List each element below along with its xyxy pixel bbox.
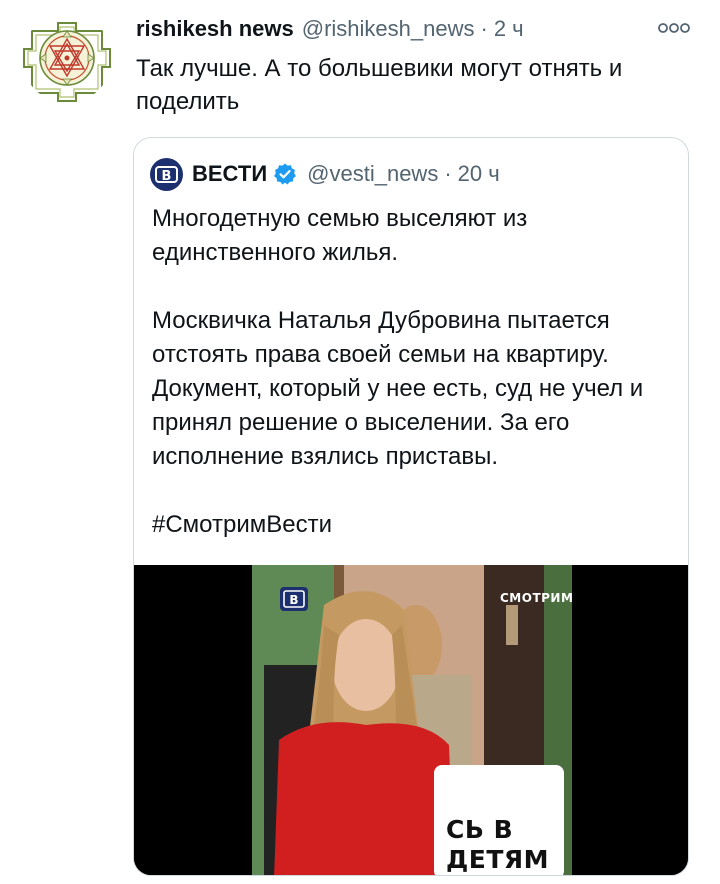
- video-caption-line-2: ДЕТЯМ: [446, 845, 550, 874]
- more-dots-icon: [658, 23, 690, 33]
- verified-badge-icon: [273, 162, 297, 186]
- tweet-timestamp[interactable]: 2 ч: [494, 16, 524, 42]
- quoted-author-handle[interactable]: @vesti_news: [307, 161, 438, 187]
- tweet-text: Так лучше. А то большевики могут отнять …: [136, 55, 623, 115]
- video-channel-logo: В: [289, 593, 298, 607]
- quoted-paragraph-1: Многодетную семью выселяют из единственн…: [152, 205, 528, 266]
- author-handle[interactable]: @rishikesh_news: [302, 16, 475, 42]
- separator: ·: [480, 16, 488, 41]
- tweet-header: rishikesh news @rishikesh_news · 2 ч: [136, 12, 524, 46]
- quoted-tweet-header: В ВЕСТИ @vesti_news · 20 ч: [150, 156, 500, 192]
- vesti-logo-icon: В: [150, 158, 183, 190]
- quoted-tweet-card[interactable]: В ВЕСТИ @vesti_news · 20 ч Многодетную с…: [133, 137, 689, 876]
- yantra-logo-icon: [22, 13, 112, 103]
- video-thumbnail[interactable]: В СМОТРИМ СЬ В ДЕТЯМ: [134, 565, 688, 875]
- quoted-paragraph-2: Москвичка Наталья Дубровина пытается отс…: [152, 307, 644, 470]
- vesti-avatar[interactable]: В: [150, 157, 183, 191]
- smotrim-watermark: СМОТРИМ: [500, 591, 574, 605]
- author-name[interactable]: rishikesh news: [136, 16, 294, 42]
- video-frame-image: В: [134, 565, 688, 875]
- author-avatar[interactable]: [22, 13, 112, 103]
- quoted-author-name[interactable]: ВЕСТИ: [192, 161, 267, 187]
- more-options-button[interactable]: [656, 16, 692, 40]
- quoted-tweet-text: Многодетную семью выселяют из единственн…: [152, 202, 677, 542]
- video-caption-line-1: СЬ В: [446, 815, 514, 844]
- hashtag-link[interactable]: #СмотримВести: [152, 508, 677, 542]
- quoted-separator: ·: [444, 161, 452, 186]
- vesti-avatar-letter: В: [162, 169, 172, 184]
- quoted-timestamp[interactable]: 20 ч: [458, 161, 500, 187]
